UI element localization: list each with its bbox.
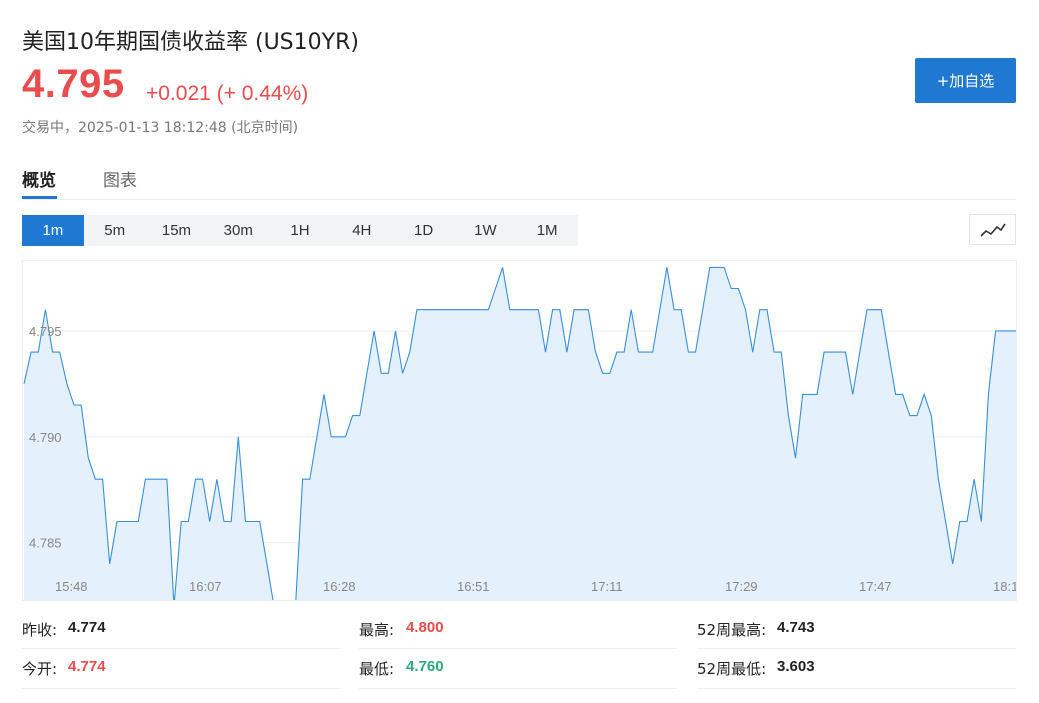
y-tick-label: 4.790	[29, 430, 62, 445]
prev-close-label: 昨收:	[22, 621, 58, 639]
period-1mo[interactable]: 1M	[516, 215, 578, 246]
period-30m[interactable]: 30m	[207, 215, 269, 246]
prev-close-value: 4.774	[68, 619, 106, 636]
stats-divider	[359, 688, 677, 689]
y-tick-label: 4.785	[29, 536, 62, 551]
x-tick-label: 17:29	[725, 579, 758, 594]
stats-divider	[697, 648, 1016, 649]
wk52-low-value: 3.603	[777, 658, 815, 675]
tab-overview[interactable]: 概览	[22, 166, 56, 191]
stats-divider	[22, 648, 340, 649]
high-value: 4.800	[406, 619, 444, 636]
x-tick-label: 15:48	[55, 579, 88, 594]
x-tick-label: 18:1	[993, 579, 1017, 594]
high-label: 最高:	[359, 621, 395, 639]
period-selector: 1m 5m 15m 30m 1H 4H 1D 1W 1M	[22, 215, 578, 246]
wk52-low-label: 52周最低:	[697, 660, 767, 678]
y-tick-label: 4.795	[29, 324, 62, 339]
x-tick-label: 16:51	[457, 579, 490, 594]
price-chart[interactable]: 4.795 4.790 4.785 15:48 16:07 16:28 16:51 17:11…	[22, 260, 1017, 601]
period-15m[interactable]: 15m	[146, 215, 208, 246]
stats-divider	[22, 688, 340, 689]
price-area-fill	[24, 267, 1016, 600]
price-chart-svg: 4.795 4.790 4.785 15:48 16:07 16:28 16:51 17:11…	[23, 266, 1017, 600]
instrument-title: 美国10年期国债收益率 (US10YR)	[22, 30, 359, 55]
x-tick-label: 17:47	[859, 579, 892, 594]
period-5m[interactable]: 5m	[84, 215, 146, 246]
period-1w[interactable]: 1W	[454, 215, 516, 246]
chart-type-toggle-button[interactable]	[969, 214, 1016, 245]
low-label: 最低:	[359, 660, 395, 678]
wk52-high-value: 4.743	[777, 619, 815, 636]
add-watchlist-button[interactable]: +加自选	[915, 58, 1016, 103]
low-value: 4.760	[406, 658, 444, 675]
wk52-high-label: 52周最高:	[697, 621, 767, 639]
stats-divider	[359, 648, 677, 649]
current-price: 4.795	[22, 62, 125, 106]
trading-status: 交易中，2025-01-13 18:12:48 (北京时间)	[22, 120, 299, 136]
period-4h[interactable]: 4H	[331, 215, 393, 246]
price-change: +0.021 (+ 0.44%)	[146, 82, 309, 105]
tab-chart[interactable]: 图表	[103, 166, 137, 191]
line-chart-icon	[979, 223, 1006, 237]
x-tick-label: 16:07	[189, 579, 222, 594]
open-value: 4.774	[68, 658, 106, 675]
stats-divider	[697, 688, 1016, 689]
x-tick-label: 17:11	[591, 579, 623, 594]
period-1d[interactable]: 1D	[393, 215, 455, 246]
open-label: 今开:	[22, 660, 58, 678]
active-tab-indicator	[22, 196, 57, 199]
tabs-divider	[22, 199, 1016, 200]
period-1m[interactable]: 1m	[22, 215, 84, 246]
period-1h[interactable]: 1H	[269, 215, 331, 246]
x-tick-label: 16:28	[323, 579, 356, 594]
